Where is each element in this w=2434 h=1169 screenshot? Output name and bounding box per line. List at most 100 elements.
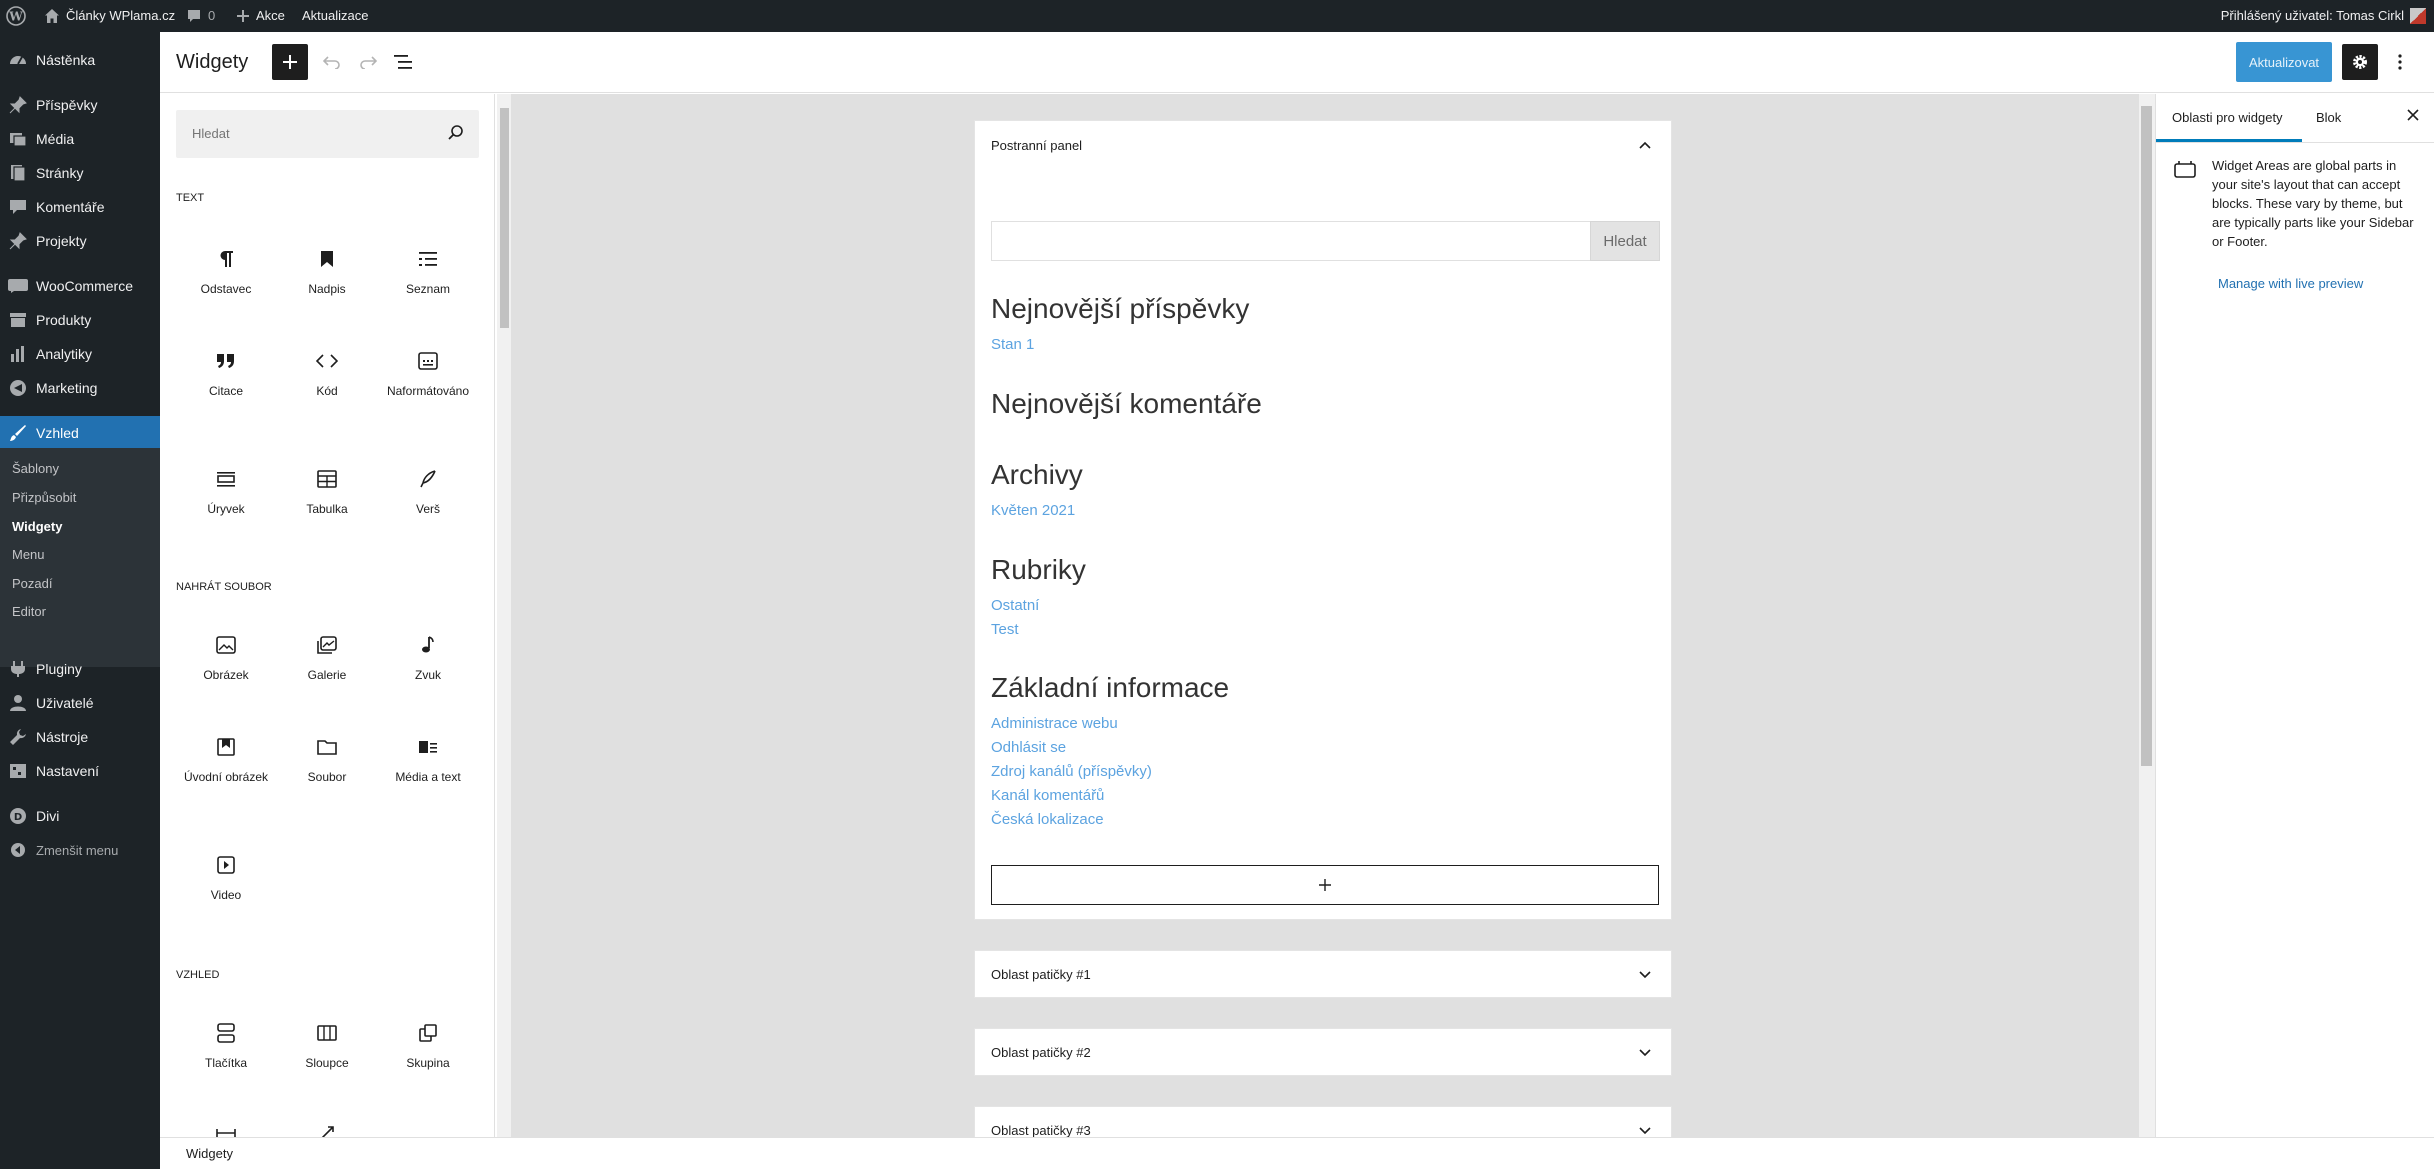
search-widget-button[interactable]: Hledat: [1590, 221, 1660, 261]
tab-block[interactable]: Blok: [2316, 94, 2341, 142]
block-buttons[interactable]: Tlačítka: [178, 1018, 274, 1071]
widget-area-footer-3[interactable]: Oblast patičky #3: [974, 1106, 1672, 1137]
admin-sidebar: Nástěnka Příspěvky Média Stránky Komentá…: [0, 32, 160, 1169]
collapse-menu-button[interactable]: Zmenšit menu: [0, 833, 160, 867]
wordpress-logo[interactable]: W: [6, 0, 26, 32]
block-media-text[interactable]: Média a text: [380, 732, 476, 785]
widget-link[interactable]: Odhlásit se: [991, 739, 1066, 756]
menu-item-analytics[interactable]: Analytiky: [0, 337, 160, 371]
breadcrumb[interactable]: Widgety: [186, 1146, 233, 1161]
block-video[interactable]: Video: [178, 850, 274, 903]
category-text: Text: [176, 192, 205, 204]
widget-link[interactable]: Česká lokalizace: [991, 811, 1104, 828]
menu-item-products[interactable]: Produkty: [0, 303, 160, 337]
media-icon: [8, 129, 28, 149]
avatar: [2410, 8, 2426, 24]
plus-icon: [237, 10, 249, 22]
add-block-button[interactable]: [991, 865, 1659, 905]
block-table[interactable]: Tabulka: [279, 464, 375, 517]
block-paragraph[interactable]: Odstavec: [178, 244, 274, 297]
menu-item-posts[interactable]: Příspěvky: [0, 88, 160, 122]
widget-link[interactable]: Ostatní: [991, 597, 1039, 614]
block-file[interactable]: Soubor: [279, 732, 375, 785]
submenu-customize[interactable]: Přizpůsobit: [12, 490, 76, 505]
widget-area-title[interactable]: Postranní panel: [991, 138, 1082, 153]
widget-link[interactable]: Květen 2021: [991, 502, 1075, 519]
user-icon: [8, 693, 28, 713]
block-preformatted[interactable]: Naformátováno: [380, 346, 476, 399]
dashboard-icon: [8, 50, 28, 70]
new-content-link[interactable]: Akce: [236, 0, 285, 32]
tab-widget-areas[interactable]: Oblasti pro widgety: [2156, 94, 2302, 142]
block-cover[interactable]: Úvodní obrázek: [178, 732, 274, 785]
widget-link[interactable]: Test: [991, 621, 1019, 638]
submenu-menus[interactable]: Menu: [12, 547, 45, 562]
search-widget-input[interactable]: [991, 221, 1591, 261]
more-options-button[interactable]: [2382, 44, 2418, 80]
menu-item-marketing[interactable]: Marketing: [0, 371, 160, 405]
block-spacer[interactable]: [279, 1118, 375, 1137]
chevron-down-icon[interactable]: [1639, 1127, 1651, 1135]
chevron-down-icon[interactable]: [1639, 1049, 1651, 1057]
comment-icon: [8, 197, 28, 217]
menu-item-dashboard[interactable]: Nástěnka: [0, 43, 160, 77]
block-audio[interactable]: Zvuk: [380, 630, 476, 683]
search-icon: [448, 125, 463, 140]
updates-link[interactable]: Aktualizace: [302, 0, 368, 32]
undo-button[interactable]: [314, 44, 350, 80]
block-list[interactable]: Seznam: [380, 244, 476, 297]
redo-button[interactable]: [350, 44, 386, 80]
submenu-background[interactable]: Pozadí: [12, 576, 52, 591]
menu-item-settings[interactable]: Nastavení: [0, 754, 160, 788]
menu-item-divi[interactable]: D Divi: [0, 799, 160, 833]
block-quote[interactable]: Citace: [178, 346, 274, 399]
manage-live-preview-link[interactable]: Manage with live preview: [2218, 276, 2363, 291]
menu-item-appearance[interactable]: Vzhled: [0, 416, 160, 450]
chevron-down-icon[interactable]: [1639, 971, 1651, 979]
block-image[interactable]: Obrázek: [178, 630, 274, 683]
settings-toggle-button[interactable]: [2342, 44, 2378, 80]
block-inserter-toggle[interactable]: [272, 44, 308, 80]
block-gallery[interactable]: Galerie: [279, 630, 375, 683]
user-account-menu[interactable]: Přihlášený uživatel: Tomas Cirkl: [2221, 0, 2426, 32]
home-icon: [45, 9, 59, 23]
library-scrollbar-thumb[interactable]: [500, 108, 509, 328]
close-icon[interactable]: [2406, 108, 2420, 122]
menu-item-woocommerce[interactable]: WooCommerce: [0, 269, 160, 303]
block-group[interactable]: Skupina: [380, 1018, 476, 1071]
menu-item-plugins[interactable]: Pluginy: [0, 652, 160, 686]
widget-link[interactable]: Administrace webu: [991, 715, 1118, 732]
list-view-button[interactable]: [386, 44, 422, 80]
widget-link[interactable]: Kanál komentářů: [991, 787, 1104, 804]
update-button[interactable]: Aktualizovat: [2236, 42, 2332, 82]
widget-link[interactable]: Zdroj kanálů (příspěvky): [991, 763, 1152, 780]
buttons-icon: [178, 1018, 274, 1048]
menu-item-media[interactable]: Média: [0, 122, 160, 156]
columns-icon: [279, 1018, 375, 1048]
chevron-up-icon[interactable]: [1639, 141, 1651, 149]
menu-item-pages[interactable]: Stránky: [0, 156, 160, 190]
widget-link[interactable]: Stan 1: [991, 336, 1034, 353]
block-verse[interactable]: Verš: [380, 464, 476, 517]
block-heading[interactable]: Nadpis: [279, 244, 375, 297]
submenu-widgets[interactable]: Widgety: [12, 519, 62, 534]
menu-item-comments[interactable]: Komentáře: [0, 190, 160, 224]
brush-icon: [8, 423, 28, 443]
block-pullquote[interactable]: Úryvek: [178, 464, 274, 517]
submenu-editor[interactable]: Editor: [12, 604, 46, 619]
site-name-link[interactable]: Články WPlama.cz: [44, 0, 175, 32]
widget-area-footer-1[interactable]: Oblast patičky #1: [974, 950, 1672, 998]
block-code[interactable]: Kód: [279, 346, 375, 399]
code-icon: [279, 346, 375, 376]
block-separator[interactable]: [178, 1118, 274, 1137]
menu-item-tools[interactable]: Nástroje: [0, 720, 160, 754]
menu-item-projects[interactable]: Projekty: [0, 224, 160, 258]
canvas-scrollbar-thumb[interactable]: [2141, 106, 2152, 766]
widget-area-footer-2[interactable]: Oblast patičky #2: [974, 1028, 1672, 1076]
menu-item-users[interactable]: Uživatelé: [0, 686, 160, 720]
block-columns[interactable]: Sloupce: [279, 1018, 375, 1071]
site-name: Články WPlama.cz: [66, 8, 176, 23]
submenu-themes[interactable]: Šablony: [12, 461, 59, 476]
comments-link[interactable]: 0: [186, 0, 215, 32]
block-search-input[interactable]: Hledat: [176, 110, 479, 158]
